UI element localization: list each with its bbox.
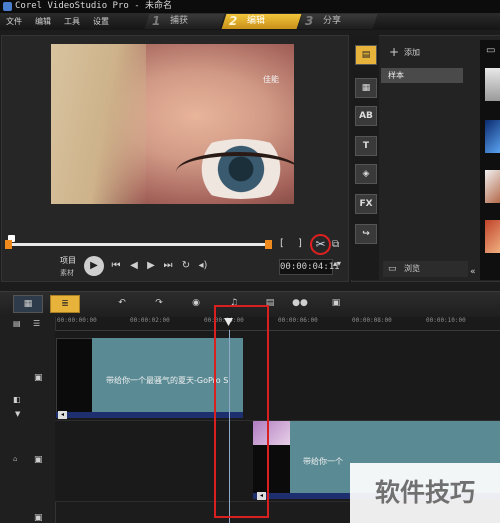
clip-audio-icon: ◂: [58, 411, 67, 419]
menu-tools[interactable]: 工具: [64, 13, 80, 30]
title-icon[interactable]: T: [355, 136, 377, 156]
undo-icon[interactable]: ↶: [110, 295, 134, 311]
step-edit-label: 编辑: [247, 16, 266, 26]
volume-icon[interactable]: ◂): [196, 259, 210, 273]
timeline-view-icon[interactable]: ≣: [50, 295, 80, 313]
filter-fx-icon[interactable]: FX: [355, 194, 377, 214]
window-title: Corel VideoStudio Pro - 未命名: [15, 1, 173, 11]
zoom-track-icon[interactable]: ☰: [33, 319, 40, 328]
menu-edit[interactable]: 编辑: [35, 13, 51, 30]
folder-icon[interactable]: ▭: [486, 45, 495, 56]
track-header-column: [0, 317, 56, 523]
video-preview: 佳能: [51, 44, 294, 204]
enlarge-preview-icon[interactable]: ⧉: [332, 239, 339, 250]
video-watermark: 佳能: [263, 75, 279, 84]
menu-settings[interactable]: 设置: [93, 13, 109, 30]
transition-icon[interactable]: AB: [355, 106, 377, 126]
ruler-tick: 00:00:10:00: [426, 317, 466, 324]
library-thumbnail[interactable]: [485, 68, 500, 101]
track-toggle-icon[interactable]: ◧: [13, 395, 21, 404]
timecode-display[interactable]: 00:00:04:11: [279, 259, 340, 275]
app-icon: [3, 2, 12, 11]
trim-start-marker[interactable]: [5, 240, 12, 249]
video-lash: [176, 152, 294, 192]
scrub-bar[interactable]: [10, 243, 267, 246]
ruler-tick: 00:00:00:00: [57, 317, 97, 324]
motion-tracking-icon[interactable]: ●●: [288, 295, 312, 311]
graphics-icon[interactable]: ◈: [355, 164, 377, 184]
lock-icon[interactable]: ⌂: [13, 455, 17, 463]
split-clip-scissors-icon[interactable]: ✂: [310, 234, 331, 255]
step-capture-label: 捕获: [170, 16, 189, 26]
add-folder-label[interactable]: 添加: [404, 47, 420, 58]
overlay-track-icon[interactable]: ▣: [34, 455, 43, 465]
path-icon[interactable]: ↪: [355, 224, 377, 244]
play-button[interactable]: ▶: [84, 256, 104, 276]
step-share-label: 分享: [323, 16, 342, 26]
mark-in-button[interactable]: [: [280, 238, 284, 249]
browse-icon: ▭: [388, 264, 397, 274]
ruler-tick: 00:00:06:00: [278, 317, 318, 324]
ruler-tick: 00:00:08:00: [352, 317, 392, 324]
mode-project[interactable]: 项目: [60, 255, 76, 266]
go-to-start-icon[interactable]: ⏮: [109, 259, 123, 273]
record-capture-icon[interactable]: ◉: [184, 295, 208, 311]
ruler-tick: 00:00:02:00: [130, 317, 170, 324]
instant-project-icon[interactable]: ▦: [355, 78, 377, 98]
subtitle-editor-icon[interactable]: ▣: [324, 295, 348, 311]
site-watermark: 软件技巧: [350, 463, 500, 523]
overlay-clip-title: 带给你一个: [303, 457, 343, 466]
library-thumbnail[interactable]: [485, 170, 500, 203]
media-library-icon[interactable]: ▤: [355, 45, 377, 65]
clip-thumbnail[interactable]: [56, 338, 94, 414]
library-thumbnail[interactable]: [485, 220, 500, 253]
expand-library-icon[interactable]: «: [470, 267, 476, 277]
step-share-number: 3: [305, 14, 314, 28]
timecode-spinner-icon[interactable]: ▴▾: [333, 259, 341, 268]
title-bar: Corel VideoStudio Pro - 未命名: [0, 0, 500, 13]
step-edit-number: 2: [229, 14, 238, 28]
collapse-arrow-icon[interactable]: ▼: [15, 410, 20, 418]
next-frame-icon[interactable]: ▶: [144, 259, 158, 273]
go-to-end-icon[interactable]: ⏭: [161, 259, 175, 273]
menu-file[interactable]: 文件: [6, 13, 22, 30]
library-folder-sample[interactable]: 样本: [381, 68, 463, 83]
repeat-icon[interactable]: ↻: [179, 259, 193, 273]
library-thumbnail[interactable]: [485, 120, 500, 153]
add-icon[interactable]: +: [389, 45, 399, 59]
previous-frame-icon[interactable]: ◀: [127, 259, 141, 273]
highlight-box: [214, 305, 269, 518]
storyboard-view-icon[interactable]: ▦: [13, 295, 43, 313]
mode-clip[interactable]: 素材: [60, 268, 74, 278]
title-track-icon[interactable]: ▣: [34, 513, 43, 523]
mark-out-button[interactable]: ]: [298, 238, 302, 249]
trim-end-marker[interactable]: [265, 240, 272, 249]
step-capture-number: 1: [152, 14, 161, 28]
redo-icon[interactable]: ↷: [147, 295, 171, 311]
video-hair: [51, 44, 146, 204]
video-track-icon[interactable]: ▣: [34, 373, 43, 383]
track-manager-icon[interactable]: ▤: [13, 319, 21, 328]
